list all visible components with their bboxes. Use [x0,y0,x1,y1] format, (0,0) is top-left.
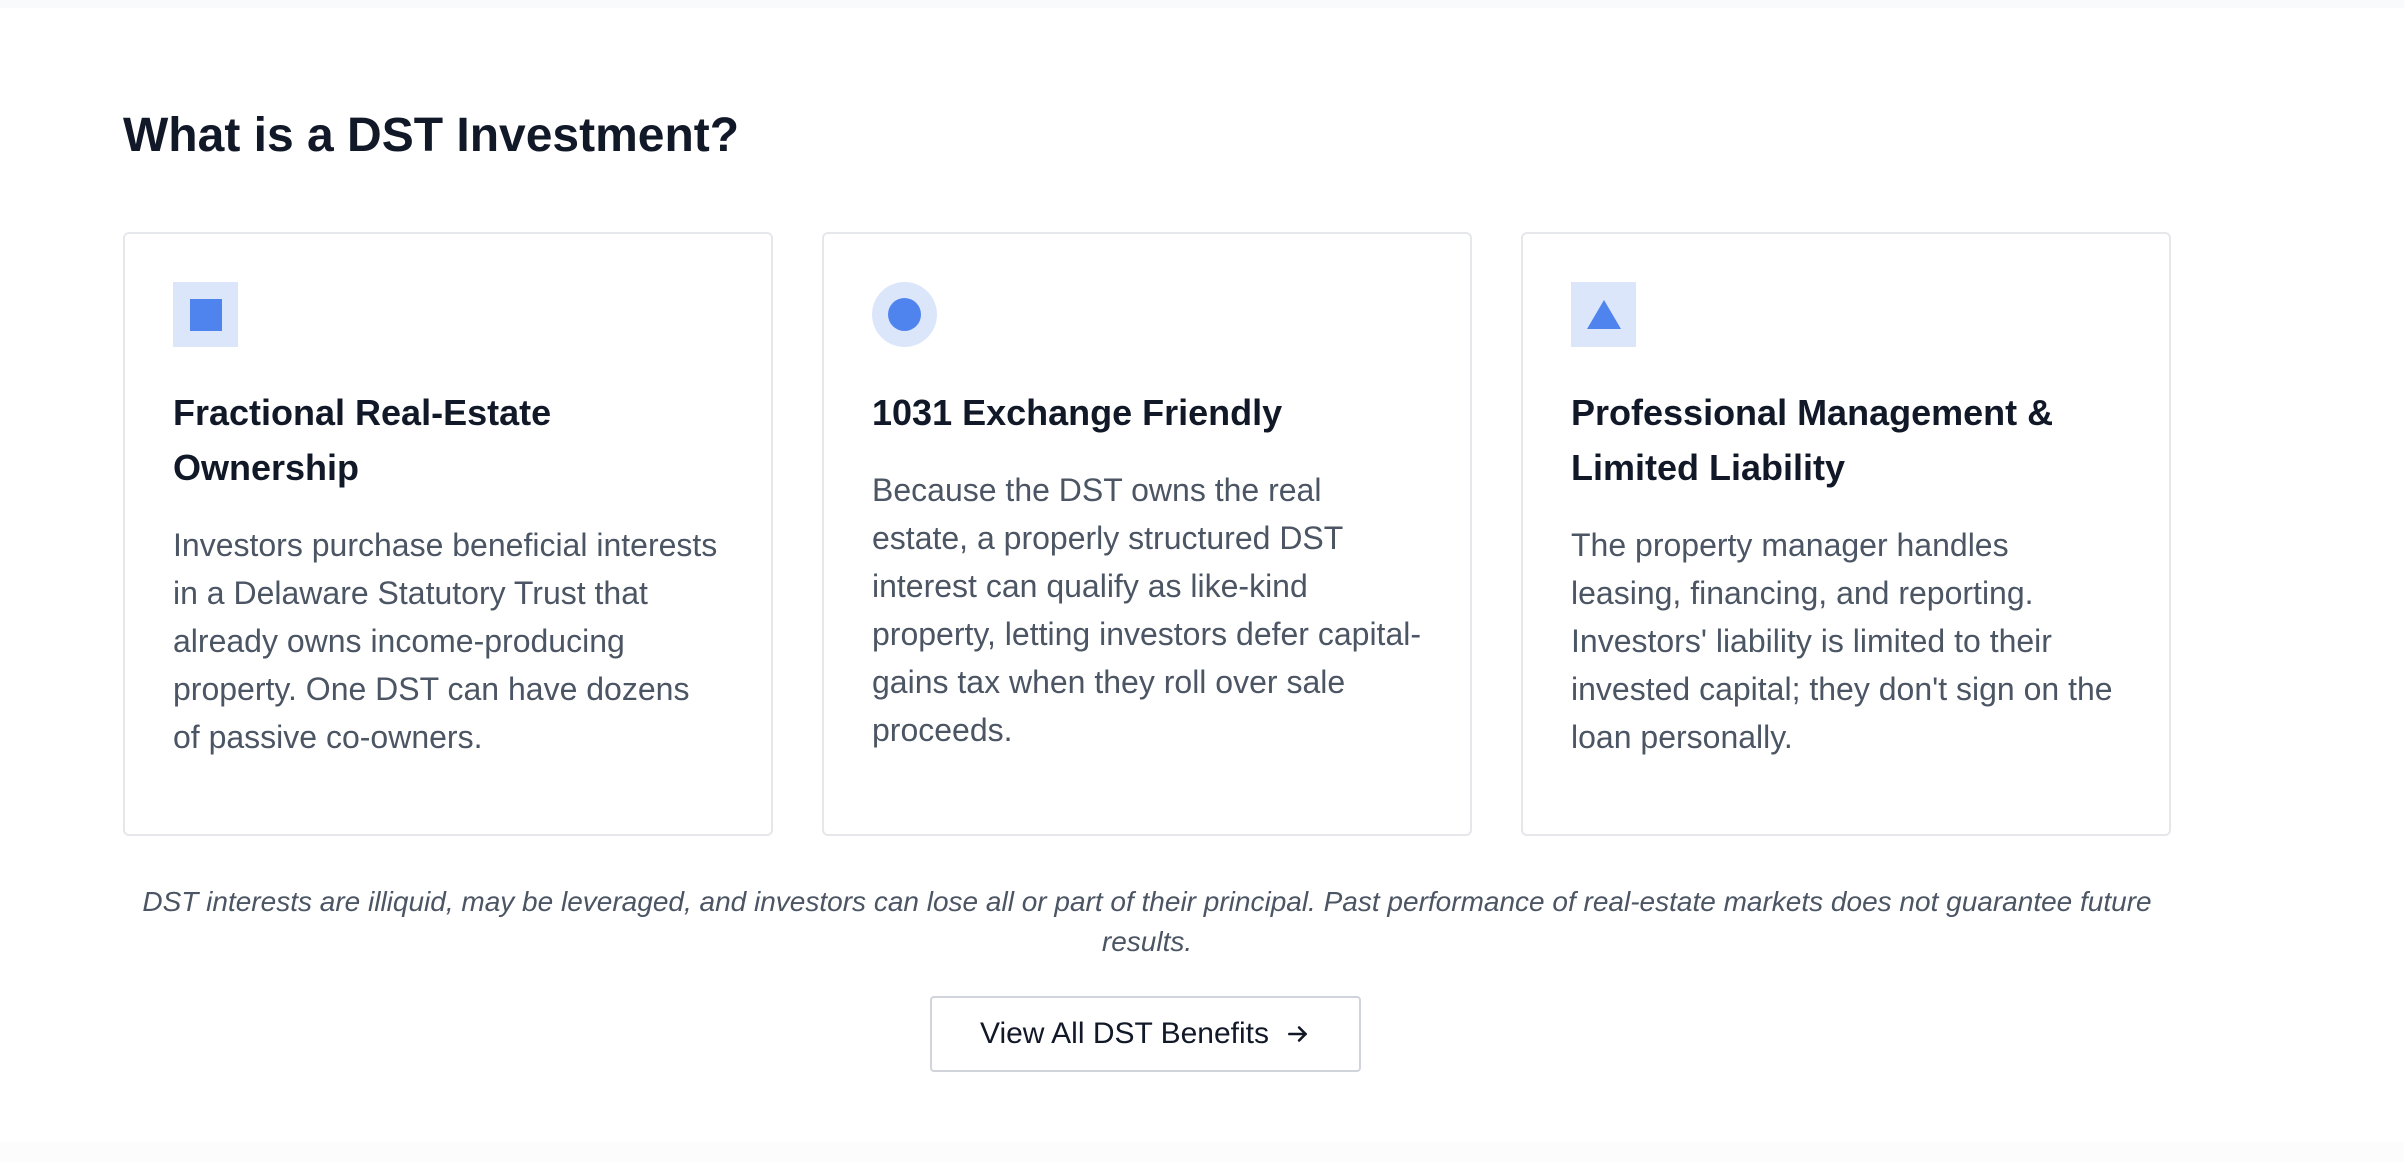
top-divider-strip [0,0,2404,8]
circle-shape [888,298,921,331]
risk-disclaimer: DST interests are illiquid, may be lever… [142,886,2152,957]
feature-cards: Fractional Real-Estate Ownership Investo… [123,232,2171,836]
section-heading: What is a DST Investment? [123,109,740,162]
square-shape [189,298,222,331]
feature-card-fractional-ownership: Fractional Real-Estate Ownership Investo… [123,232,773,836]
card-title: Fractional Real-Estate Ownership [173,392,552,488]
arrow-right-icon [1288,1026,1307,1042]
card-text: The property manager handles leasing, fi… [1571,527,2113,755]
triangle-icon [1571,282,1636,347]
card-text: Investors purchase beneficial interests … [173,527,718,755]
card-text: Because the DST owns the real estate, a … [872,472,1421,748]
triangle-shape [1586,300,1621,329]
card-title: Professional Management & Limited Liabil… [1571,392,2054,488]
card-title: 1031 Exchange Friendly [872,392,1283,433]
circle-icon [872,282,937,347]
view-all-benefits-button[interactable]: View All DST Benefits [930,996,1361,1072]
square-icon [173,282,238,347]
bottom-divider-strip [0,1142,2404,1162]
cta-label: View All DST Benefits [979,1017,1270,1050]
feature-card-professional-management: Professional Management & Limited Liabil… [1521,232,2171,836]
feature-card-1031-exchange: 1031 Exchange Friendly Because the DST o… [822,232,1472,836]
